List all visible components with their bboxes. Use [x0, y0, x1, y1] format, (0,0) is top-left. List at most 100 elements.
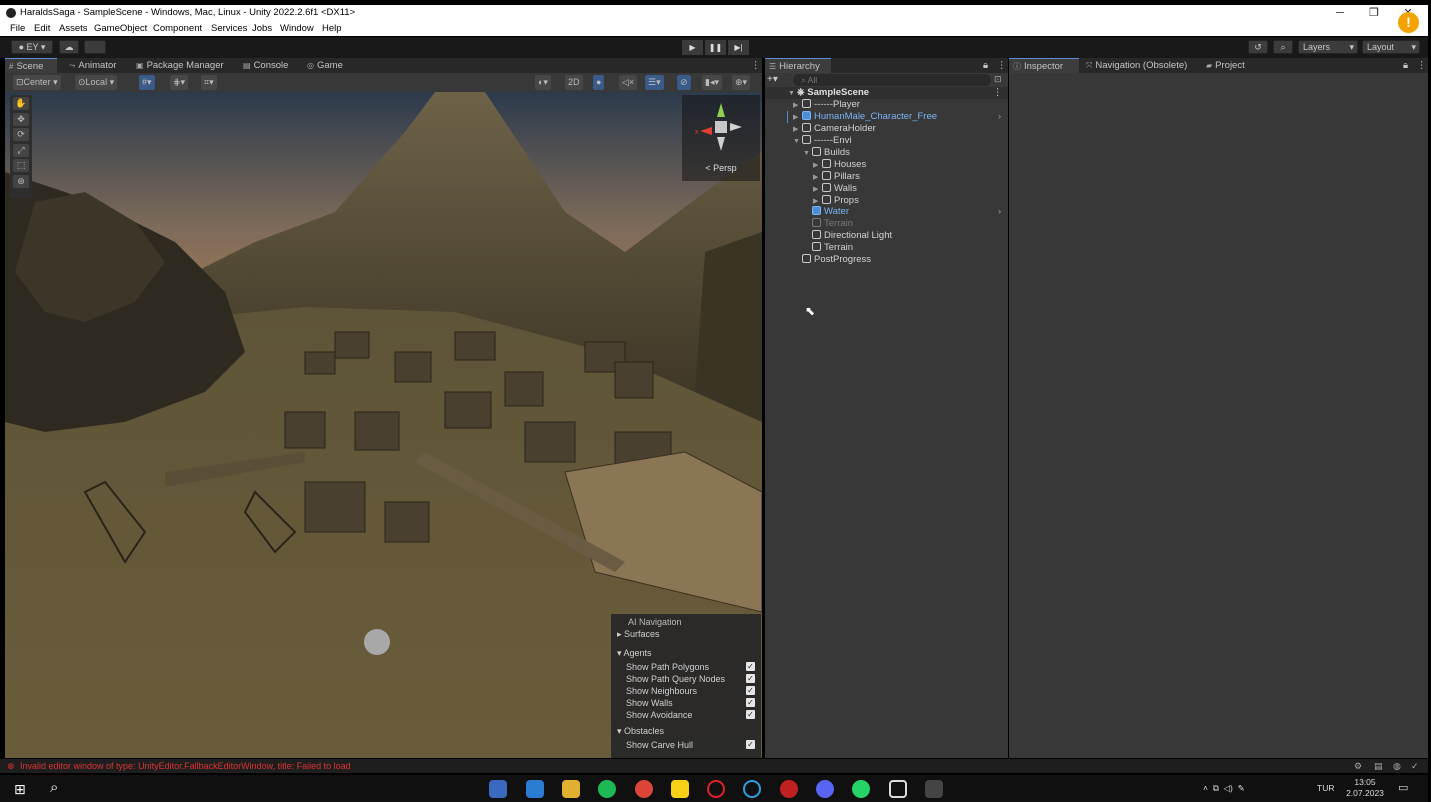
hierarchy-item[interactable]: Terrain: [803, 218, 853, 230]
play-button[interactable]: ▶: [682, 40, 703, 55]
camera-dropdown[interactable]: ▮◂▾: [702, 75, 722, 90]
hidden-objects-toggle[interactable]: ⊘: [677, 75, 691, 90]
store-icon[interactable]: [489, 780, 507, 798]
checkbox[interactable]: ✓: [746, 662, 755, 671]
hierarchy-item[interactable]: ▼ ------Envi: [793, 135, 851, 147]
checkbox[interactable]: ✓: [746, 698, 755, 707]
volume-icon[interactable]: ◁): [1224, 783, 1233, 793]
hierarchy-item[interactable]: PostProgress: [793, 254, 871, 266]
checkbox[interactable]: ✓: [746, 740, 755, 749]
lock-button[interactable]: 🔒︎: [979, 58, 991, 73]
spotify-icon[interactable]: [598, 780, 616, 798]
menu-assets[interactable]: Assets: [59, 21, 88, 36]
add-object-button[interactable]: +▾: [767, 74, 789, 86]
obstacles-foldout[interactable]: ▾ Obstacles: [611, 725, 761, 737]
tab-package-manager[interactable]: ▣ Package Manager: [132, 58, 232, 73]
pen-icon[interactable]: ✎: [1238, 783, 1245, 793]
grid-snap-toggle[interactable]: #▾: [139, 75, 155, 90]
undo-history-button[interactable]: ↺: [1248, 40, 1268, 54]
hierarchy-item[interactable]: ▶ CameraHolder: [793, 123, 876, 135]
tab-scene[interactable]: # Scene: [5, 58, 57, 73]
pause-button[interactable]: ❚❚: [705, 40, 726, 55]
hierarchy-item[interactable]: ▶ Walls: [813, 183, 857, 195]
menu-file[interactable]: File: [10, 21, 25, 36]
hierarchy-item[interactable]: ▼ Builds: [803, 147, 850, 159]
checkbox[interactable]: ✓: [746, 674, 755, 683]
hierarchy-item[interactable]: ▶ Pillars: [813, 171, 860, 183]
inspector-menu-button[interactable]: ⋮: [1413, 58, 1427, 73]
status-message[interactable]: Invalid editor window of type: UnityEdit…: [20, 759, 351, 773]
scene-root-item[interactable]: ▼ ⎈ SampleScene: [788, 87, 869, 99]
show-walls-toggle[interactable]: Show Walls ✓: [611, 697, 761, 709]
mail-icon[interactable]: [526, 780, 544, 798]
gizmos-dropdown[interactable]: ⊕▾: [732, 75, 751, 90]
scale-tool-icon[interactable]: ⤢: [13, 143, 29, 157]
prefab-open-chevron-icon[interactable]: ›: [998, 111, 1001, 123]
unity-editor-icon[interactable]: [925, 780, 943, 798]
chevron-down-icon[interactable]: ▼: [793, 136, 802, 148]
orientation-gizmo[interactable]: x < Persp: [682, 95, 760, 181]
unity-hub-icon[interactable]: [889, 780, 907, 798]
grid-visibility-toggle[interactable]: ⋕▾: [170, 75, 189, 90]
scene-menu-button[interactable]: ⋮: [993, 87, 1003, 99]
show-path-polygons-toggle[interactable]: Show Path Polygons ✓: [611, 661, 761, 673]
chevron-down-icon[interactable]: ▼: [803, 148, 812, 160]
snap-increment-button[interactable]: ⌗▾: [201, 75, 217, 90]
menu-help[interactable]: Help: [322, 21, 342, 36]
checkbox[interactable]: ✓: [746, 710, 755, 719]
menu-component[interactable]: Component: [153, 21, 202, 36]
network-icon[interactable]: ⧉: [1213, 783, 1219, 793]
search-button[interactable]: ⌕: [1273, 40, 1293, 54]
clock[interactable]: 13:05 2.07.2023: [1344, 777, 1386, 802]
prefab-open-chevron-icon[interactable]: ›: [998, 206, 1001, 218]
hierarchy-item[interactable]: ▶ ------Player: [793, 99, 860, 111]
hierarchy-item[interactable]: Terrain: [803, 242, 853, 254]
cache-icon[interactable]: ▤: [1374, 759, 1383, 773]
hierarchy-menu-button[interactable]: ⋮: [993, 58, 1007, 73]
app-red-icon[interactable]: [780, 780, 798, 798]
menu-window[interactable]: Window: [280, 21, 314, 36]
discord-icon[interactable]: [816, 780, 834, 798]
2d-toggle[interactable]: 2D: [565, 75, 583, 90]
whatsapp-icon[interactable]: [852, 780, 870, 798]
progress-icon[interactable]: ◍: [1393, 759, 1401, 773]
restore-button[interactable]: ❐: [1359, 5, 1389, 21]
menu-services[interactable]: Services: [211, 21, 247, 36]
show-avoidance-toggle[interactable]: Show Avoidance ✓: [611, 709, 761, 721]
move-tool-icon[interactable]: ✥: [13, 112, 29, 126]
chrome-icon[interactable]: [635, 780, 653, 798]
space-dropdown[interactable]: ⊙Local ▾: [75, 75, 118, 90]
transform-tool-icon[interactable]: ⊛: [13, 174, 29, 188]
account-dropdown[interactable]: ● EY ▾: [11, 40, 53, 54]
tab-hierarchy[interactable]: ☰ Hierarchy: [765, 58, 831, 73]
show-neighbours-toggle[interactable]: Show Neighbours ✓: [611, 685, 761, 697]
tab-console[interactable]: ▤ Console: [239, 58, 297, 73]
hierarchy-item[interactable]: ▶ Houses: [813, 159, 866, 171]
audio-toggle[interactable]: ◁×: [619, 75, 638, 90]
step-button[interactable]: ▶|: [728, 40, 749, 55]
filter-button[interactable]: ⊡: [994, 74, 1006, 86]
lighting-toggle[interactable]: ●: [593, 75, 605, 90]
sticky-notes-icon[interactable]: [671, 780, 689, 798]
search-icon[interactable]: ⌕: [50, 779, 58, 796]
effects-dropdown[interactable]: ☰▾: [645, 75, 664, 90]
tab-navigation[interactable]: ⤧ Navigation (Obsolete): [1082, 58, 1194, 73]
hierarchy-search-input[interactable]: ⌕ All: [793, 74, 991, 86]
layout-dropdown[interactable]: Layout ▾: [1362, 40, 1420, 54]
debug-icon[interactable]: ⚙: [1354, 759, 1362, 773]
projection-label[interactable]: < Persp: [682, 163, 760, 173]
show-carve-hull-toggle[interactable]: Show Carve Hull ✓: [611, 739, 761, 751]
menu-gameobject[interactable]: GameObject: [94, 21, 147, 36]
rect-tool-icon[interactable]: ⬚: [13, 159, 29, 172]
tab-animator[interactable]: ⤳ Animator: [65, 58, 127, 73]
cloud-button[interactable]: ☁: [59, 40, 79, 54]
layers-dropdown[interactable]: Layers ▾: [1298, 40, 1358, 54]
windows-start-icon[interactable]: ⊞: [14, 781, 26, 798]
hierarchy-item[interactable]: ▶ HumanMale_Character_Free: [793, 111, 937, 123]
menu-edit[interactable]: Edit: [34, 21, 50, 36]
lock-button[interactable]: 🔒︎: [1399, 58, 1411, 73]
tab-game[interactable]: ◎ Game: [303, 58, 353, 73]
notifications-icon[interactable]: ▭: [1398, 775, 1408, 802]
chevron-up-icon[interactable]: ˄: [1203, 783, 1208, 793]
rotate-tool-icon[interactable]: ⟳: [13, 128, 29, 141]
